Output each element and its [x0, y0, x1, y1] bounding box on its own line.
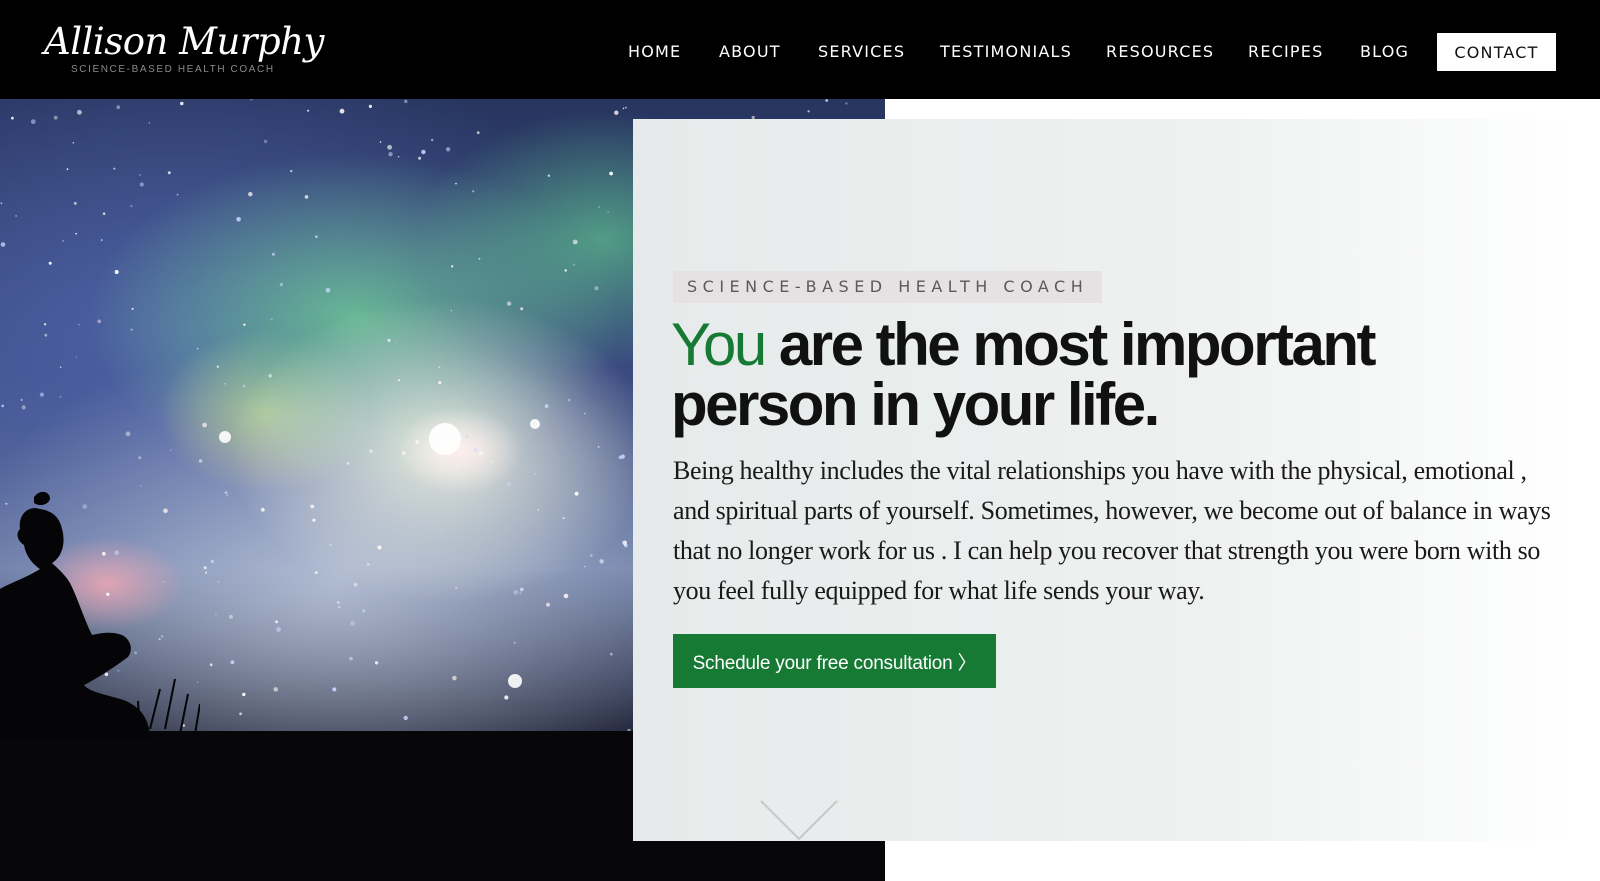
nav-item-resources[interactable]: RESOURCES — [1106, 42, 1214, 61]
hero-content-panel: SCIENCE-BASED HEALTH COACH You are the m… — [633, 119, 1570, 841]
person-silhouette — [0, 491, 200, 739]
chevron-down-icon[interactable] — [759, 799, 839, 841]
headline-accent: You — [671, 311, 767, 378]
hero-eyebrow: SCIENCE-BASED HEALTH COACH — [673, 271, 1103, 303]
contact-button[interactable]: CONTACT — [1437, 33, 1556, 71]
nav-item-recipes[interactable]: RECIPES — [1248, 42, 1323, 61]
nav-item-about[interactable]: ABOUT — [719, 42, 781, 61]
hero-headline: You are the most important person in you… — [671, 315, 1551, 435]
nav-item-services[interactable]: SERVICES — [818, 42, 905, 61]
nav-item-blog[interactable]: BLOG — [1360, 42, 1409, 61]
schedule-consultation-button[interactable]: Schedule your free consultation 〉 — [673, 634, 996, 688]
headline-rest: are the most important person in your li… — [671, 311, 1377, 438]
nav-item-home[interactable]: HOME — [628, 42, 681, 61]
main-nav: HOME ABOUT SERVICES TESTIMONIALS RESOURC… — [0, 0, 1600, 99]
nav-item-testimonials[interactable]: TESTIMONIALS — [940, 42, 1072, 61]
hero-body-text: Being healthy includes the vital relatio… — [673, 456, 1551, 605]
site-header: Allison Murphy SCIENCE-BASED HEALTH COAC… — [0, 0, 1600, 99]
